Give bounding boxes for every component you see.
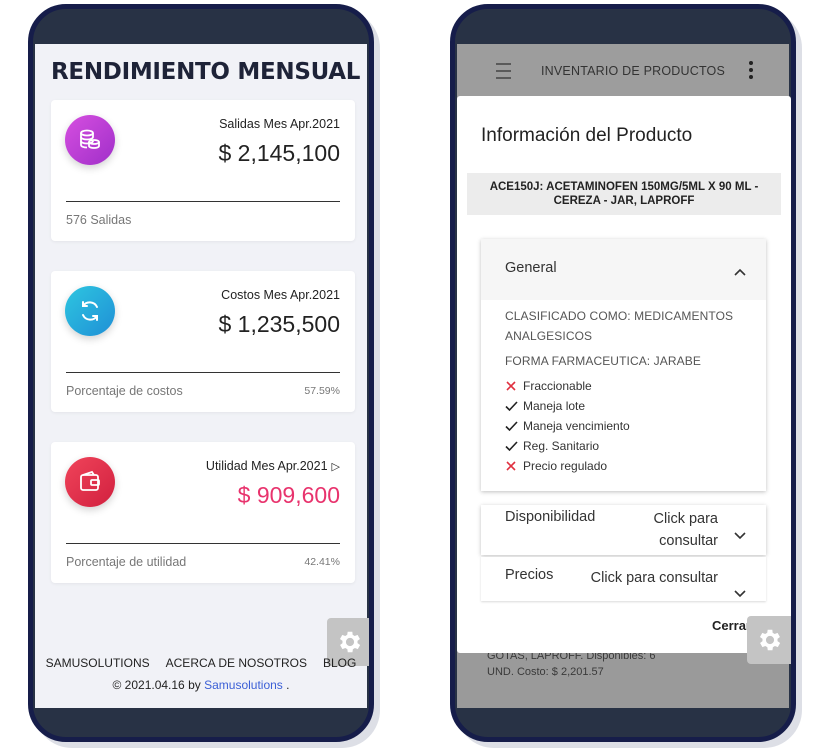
check-icon (505, 399, 523, 413)
flag-label: Precio regulado (523, 459, 608, 473)
disponibilidad-link[interactable]: Click para consultar (608, 508, 718, 552)
utilidad-percentage: 42.41% (304, 556, 340, 568)
page-title: RENDIMIENTO MENSUAL (51, 59, 361, 85)
copyright-suffix: . (286, 678, 290, 692)
costos-card[interactable]: Costos Mes Apr.2021 $ 1,235,500 Porcenta… (51, 271, 355, 412)
flag-label: Maneja vencimiento (523, 419, 630, 433)
footer-link-blog[interactable]: BLOG (323, 656, 356, 670)
general-header-label: General (505, 260, 557, 276)
check-icon (505, 419, 523, 433)
divider (66, 201, 340, 202)
chevron-down-icon (734, 583, 746, 602)
inventory-screen: INVENTARIO DE PRODUCTOS GOTAS, LAPROFF. … (457, 44, 791, 708)
general-panel-body: CLASIFICADO COMO: MEDICAMENTOS ANALGESIC… (481, 300, 766, 476)
wallet-icon (65, 457, 115, 507)
forma-text: FORMA FARMACEUTICA: JARABE (505, 354, 701, 368)
right-phone-frame: INVENTARIO DE PRODUCTOS GOTAS, LAPROFF. … (450, 4, 796, 742)
play-arrow-icon: ▷ (331, 461, 340, 473)
copyright: © 2021.04.16 by Samusolutions . (35, 678, 367, 692)
flag-row: Maneja vencimiento (505, 416, 742, 436)
costos-label: Costos Mes Apr.2021 (221, 288, 340, 302)
divider (66, 372, 340, 373)
gear-icon (339, 631, 361, 653)
costos-percentage: 57.59% (304, 385, 340, 397)
chevron-down-icon (734, 525, 746, 544)
utilidad-amount: $ 909,600 (237, 482, 340, 508)
app-bar-title: INVENTARIO DE PRODUCTOS (541, 64, 726, 78)
more-vert-icon[interactable] (748, 60, 754, 84)
footer-link-acerca[interactable]: ACERCA DE NOSOTROS (166, 656, 307, 670)
left-phone-frame: RENDIMIENTO MENSUAL Salidas Mes Apr.2021… (28, 4, 374, 742)
precios-label: Precios (505, 567, 554, 583)
refresh-icon (65, 286, 115, 336)
utilidad-footer-label: Porcentaje de utilidad (66, 555, 187, 569)
flag-row: Fraccionable (505, 376, 742, 396)
flag-row: Precio regulado (505, 456, 742, 476)
costos-footer-label: Porcentaje de costos (66, 384, 183, 398)
coins-icon (65, 115, 115, 165)
disponibilidad-panel[interactable]: Disponibilidad Click para consultar (481, 505, 766, 555)
general-panel: General CLASIFICADO COMO: MEDICAMENTOS A… (481, 239, 766, 491)
costos-amount: $ 1,235,500 (218, 311, 340, 337)
product-name: ACE150J: ACETAMINOFEN 150MG/5ML X 90 ML … (467, 173, 781, 215)
gear-icon (759, 629, 781, 651)
product-info-modal: Información del Producto ACE150J: ACETAM… (457, 96, 791, 653)
clasificado-text: CLASIFICADO COMO: MEDICAMENTOS ANALGESIC… (505, 309, 734, 343)
salidas-count: 576 Salidas (66, 213, 132, 227)
disponibilidad-label: Disponibilidad (505, 509, 596, 525)
salidas-amount: $ 2,145,100 (218, 140, 340, 166)
brand-link[interactable]: Samusolutions (204, 678, 283, 692)
divider (66, 543, 340, 544)
modal-title: Información del Producto (481, 125, 693, 146)
utilidad-card[interactable]: Utilidad Mes Apr.2021 ▷ $ 909,600 Porcent… (51, 442, 355, 583)
footer-link-samusolutions[interactable]: SAMUSOLUTIONS (46, 656, 150, 670)
app-bar: INVENTARIO DE PRODUCTOS (457, 44, 789, 96)
close-x-icon (505, 459, 523, 473)
close-x-icon (505, 379, 523, 393)
chevron-up-icon (734, 261, 746, 280)
general-panel-header[interactable]: General (481, 239, 766, 300)
flag-row: Maneja lote (505, 396, 742, 416)
flag-label: Reg. Sanitario (523, 439, 600, 453)
salidas-card[interactable]: Salidas Mes Apr.2021 $ 2,145,100 576 Sal… (51, 100, 355, 241)
footer-links: SAMUSOLUTIONS ACERCA DE NOSOTROS BLOG (35, 656, 367, 670)
precios-link[interactable]: Click para consultar (591, 567, 718, 589)
flag-row: Reg. Sanitario (505, 436, 742, 456)
precios-panel[interactable]: Precios Click para consultar (481, 557, 766, 601)
copyright-text: © 2021.04.16 by (112, 678, 201, 692)
settings-gear-button[interactable] (747, 616, 791, 664)
utilidad-label: Utilidad Mes Apr.2021 ▷ (205, 459, 340, 473)
flag-label: Maneja lote (523, 399, 586, 413)
flag-label: Fraccionable (523, 379, 592, 393)
hamburger-menu-icon[interactable] (495, 62, 513, 84)
dashboard-screen: RENDIMIENTO MENSUAL Salidas Mes Apr.2021… (35, 44, 369, 708)
salidas-label: Salidas Mes Apr.2021 (219, 117, 340, 131)
close-button[interactable]: Cerrar (712, 618, 751, 633)
check-icon (505, 439, 523, 453)
